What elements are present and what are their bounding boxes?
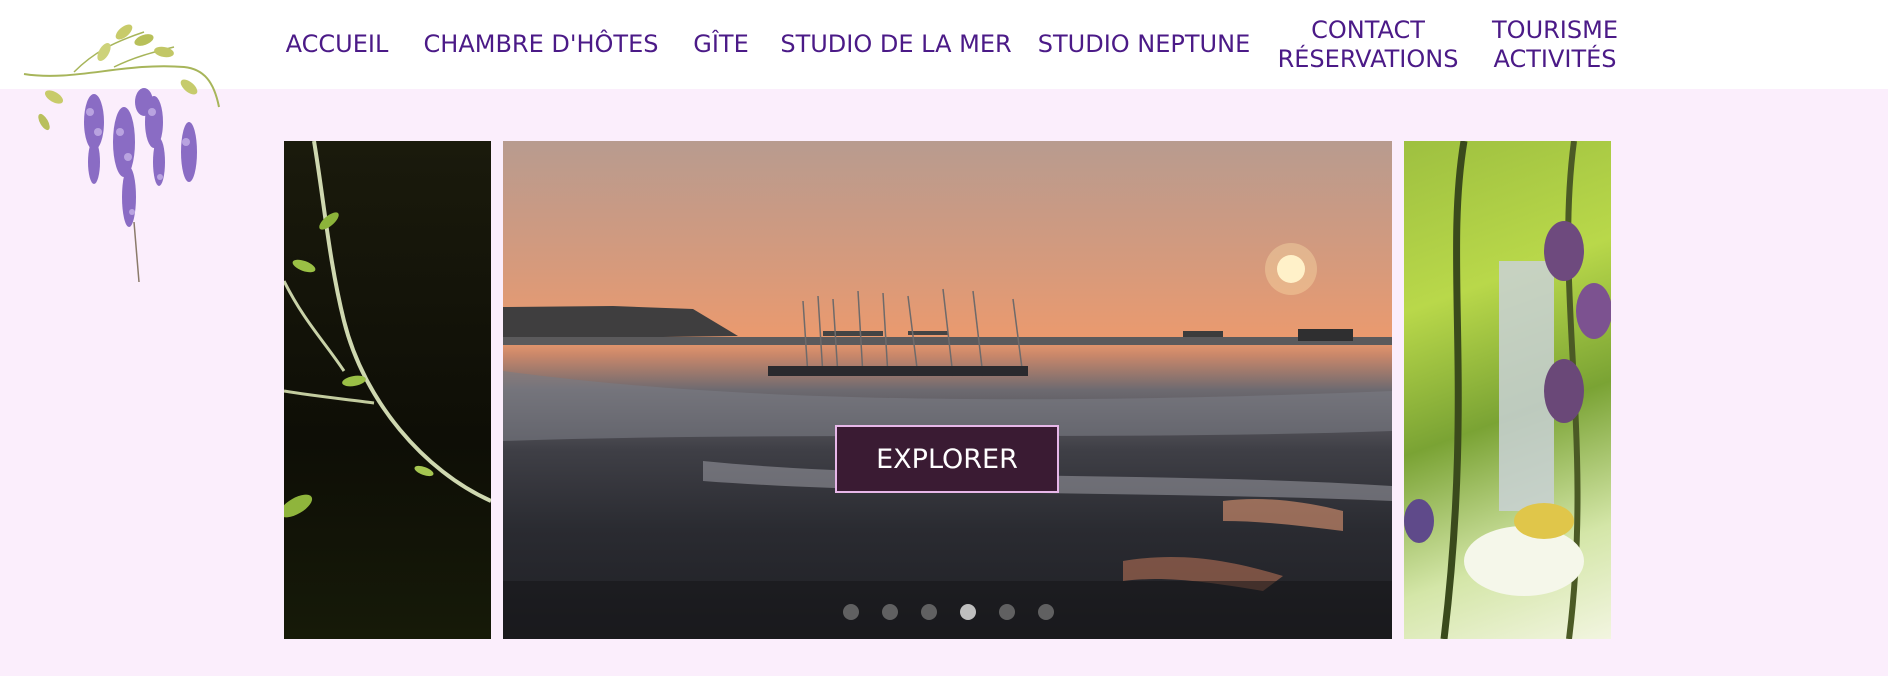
carousel-dot-3[interactable]: [921, 604, 937, 620]
slide-next-garden-photo[interactable]: [1404, 141, 1611, 639]
main-nav: ACCUEIL CHAMBRE D'HÔTES GÎTE STUDIO DE L…: [0, 0, 1888, 89]
nav-item-label: STUDIO NEPTUNE: [1037, 30, 1251, 58]
carousel-dot-1[interactable]: [843, 604, 859, 620]
nav-item-label-line-2: ACTIVITÉS: [1493, 44, 1617, 73]
nav-item-gite[interactable]: GÎTE: [693, 0, 749, 89]
nav-item-chambre-d-hotes[interactable]: CHAMBRE D'HÔTES: [424, 0, 659, 89]
nav-item-studio-de-la-mer[interactable]: STUDIO DE LA MER: [780, 0, 1011, 89]
carousel-dot-4[interactable]: [960, 604, 976, 620]
nav-item-contact-reservations[interactable]: CONTACT RÉSERVATIONS: [1278, 0, 1459, 89]
nav-item-label: CHAMBRE D'HÔTES: [423, 30, 659, 58]
nav-item-accueil[interactable]: ACCUEIL: [284, 0, 390, 89]
slide-current-beach-sunset-photo[interactable]: [503, 141, 1392, 639]
explore-button-label: EXPLORER: [876, 443, 1018, 475]
explore-button[interactable]: EXPLORER: [835, 425, 1059, 493]
nav-item-tourisme-activites[interactable]: TOURISME ACTIVITÉS: [1492, 0, 1618, 89]
nav-item-label-line-2: RÉSERVATIONS: [1277, 44, 1459, 73]
carousel-dot-5[interactable]: [999, 604, 1015, 620]
garden-photo: [1404, 141, 1611, 639]
branch-photo: [284, 141, 491, 518]
carousel-dot-2[interactable]: [882, 604, 898, 620]
hero-carousel[interactable]: [284, 141, 1611, 639]
slide-previous-branch-photo[interactable]: [284, 141, 491, 639]
beach-sunset-photo: [503, 243, 1392, 639]
nav-item-studio-neptune[interactable]: STUDIO NEPTUNE: [1038, 0, 1250, 89]
nav-item-label-line-1: CONTACT: [1311, 15, 1425, 44]
carousel-dot-6[interactable]: [1038, 604, 1054, 620]
carousel-dots: [843, 604, 1054, 620]
nav-item-label-line-1: TOURISME: [1492, 15, 1618, 44]
nav-item-label: ACCUEIL: [285, 30, 389, 58]
nav-item-label: GÎTE: [693, 30, 749, 58]
nav-item-label: STUDIO DE LA MER: [780, 30, 1012, 58]
